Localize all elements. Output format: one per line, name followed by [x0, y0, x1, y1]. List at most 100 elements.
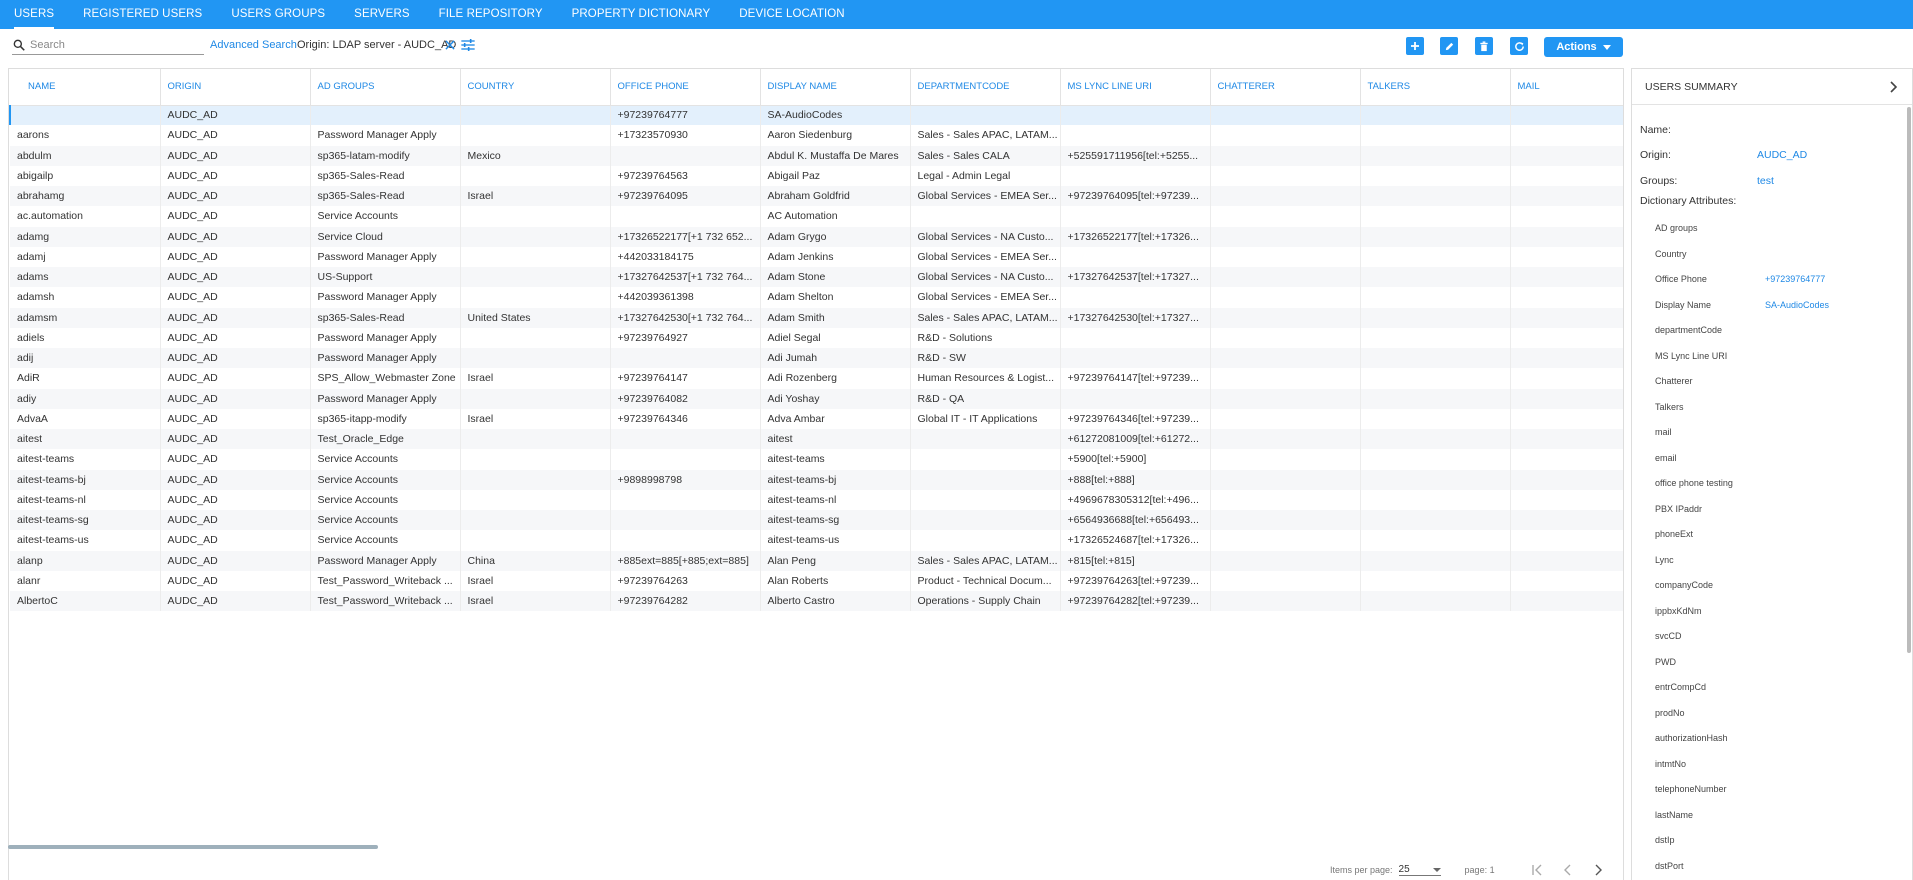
- table-cell-ad-groups: Test_Oracle_Edge: [310, 429, 461, 450]
- column-header-ms-lync-line-uri[interactable]: MS LYNC LINE URI: [1060, 69, 1211, 106]
- chevron-right-icon[interactable]: [1888, 80, 1898, 93]
- first-page-icon[interactable]: [1531, 864, 1545, 876]
- table-row[interactable]: aarons AUDC_AD Password Manager Apply +1732…: [10, 125, 1623, 146]
- table-cell-office-phone: +97239764147: [610, 368, 761, 389]
- summary-field-value[interactable]: AUDC_AD: [1757, 149, 1807, 161]
- table-cell-origin: AUDC_AD: [160, 510, 311, 531]
- table-cell-office-phone: +97239764777: [610, 105, 761, 126]
- table-row[interactable]: adams AUDC_AD US-Support +17327642537[+1 73…: [10, 267, 1623, 288]
- column-header-origin[interactable]: ORIGIN: [160, 69, 311, 106]
- table-cell-name: aitest-teams-bj: [10, 469, 161, 490]
- add-button[interactable]: [1406, 37, 1424, 55]
- table-row[interactable]: ac.automation AUDC_AD Service Accounts AC A…: [10, 206, 1623, 227]
- table-row[interactable]: AlbertoC AUDC_AD Test_Password_Writeback .…: [10, 591, 1623, 612]
- dictionary-attribute: dstPort: [1632, 853, 1912, 879]
- previous-page-icon[interactable]: [1561, 864, 1575, 876]
- table-row[interactable]: AdiR AUDC_AD SPS_Allow_Webmaster Zone Israe…: [10, 368, 1623, 389]
- table-row[interactable]: abigailp AUDC_AD sp365-Sales-Read +97239764…: [10, 165, 1623, 186]
- summary-scrollbar[interactable]: [1907, 107, 1911, 653]
- table-cell-mail: [1510, 348, 1623, 369]
- table-row[interactable]: adamsm AUDC_AD sp365-Sales-Read United Stat…: [10, 307, 1623, 328]
- table-row[interactable]: aitest AUDC_AD Test_Oracle_Edge aitest +6127…: [10, 429, 1623, 450]
- table-row[interactable]: AdvaA AUDC_AD sp365-itapp-modify Israel +972…: [10, 408, 1623, 429]
- tab-device-location[interactable]: DEVICE LOCATION: [739, 0, 844, 29]
- table-cell-country: [460, 165, 611, 186]
- table-cell-talkers: [1360, 570, 1511, 591]
- table-row[interactable]: adij AUDC_AD Password Manager Apply Adi Jum…: [10, 348, 1623, 369]
- table-row[interactable]: adiy AUDC_AD Password Manager Apply +972397…: [10, 388, 1623, 409]
- table-cell-ad-groups: Service Cloud: [310, 226, 461, 247]
- attribute-label: entrCompCd: [1655, 682, 1707, 693]
- table-cell-country: [460, 105, 611, 126]
- delete-button[interactable]: [1475, 37, 1493, 55]
- table-row[interactable]: aitest-teams-us AUDC_AD Service Accounts ai…: [10, 530, 1623, 551]
- table-cell-chatterer: [1210, 327, 1361, 348]
- table-row[interactable]: adiels AUDC_AD Password Manager Apply +9723…: [10, 327, 1623, 348]
- table-cell-talkers: [1360, 429, 1511, 450]
- tab-file-repository[interactable]: FILE REPOSITORY: [439, 0, 543, 29]
- table-cell-departmentcode: [910, 530, 1061, 551]
- tab-users[interactable]: USERS: [14, 0, 55, 29]
- table-cell-departmentcode: [910, 510, 1061, 531]
- table-cell-origin: AUDC_AD: [160, 327, 311, 348]
- search-input[interactable]: [30, 38, 200, 51]
- tune-icon[interactable]: [460, 38, 476, 52]
- items-per-page-select[interactable]: 25: [1398, 864, 1441, 876]
- table-row[interactable]: abrahamg AUDC_AD sp365-Sales-Read Israel +97…: [10, 186, 1623, 207]
- table-row[interactable]: aitest-teams AUDC_AD Service Accounts aites…: [10, 449, 1623, 470]
- table-cell-ms-lync-line-uri: +6564936688[tel:+656493...: [1060, 510, 1211, 531]
- table-row[interactable]: abdulm AUDC_AD sp365-latam-modify Mexico Abd…: [10, 145, 1623, 166]
- table-cell-chatterer: [1210, 368, 1361, 389]
- table-row[interactable]: alanp AUDC_AD Password Manager Apply China +…: [10, 550, 1623, 571]
- table-cell-chatterer: [1210, 226, 1361, 247]
- attribute-label: phoneExt: [1655, 529, 1694, 540]
- table-cell-mail: [1510, 206, 1623, 227]
- table-row[interactable]: adamj AUDC_AD Password Manager Apply +44203…: [10, 246, 1623, 267]
- tab-property-dictionary[interactable]: PROPERTY DICTIONARY: [572, 0, 711, 29]
- column-header-chatterer[interactable]: CHATTERER: [1210, 69, 1361, 106]
- tab-users-groups[interactable]: USERS GROUPS: [231, 0, 325, 29]
- table-cell-office-phone: +97239764095: [610, 186, 761, 207]
- table-cell-departmentcode: R&D - SW: [910, 348, 1061, 369]
- table-row[interactable]: aitest-teams-bj AUDC_AD Service Accounts +9…: [10, 469, 1623, 490]
- table-row[interactable]: AUDC_AD +97239764777 SA-AudioCodes: [9, 105, 1623, 126]
- table-row[interactable]: adamg AUDC_AD Service Cloud +17326522177[+1…: [10, 226, 1623, 247]
- dictionary-attribute: Chatterer: [1632, 369, 1912, 395]
- actions-dropdown[interactable]: Actions: [1544, 37, 1623, 57]
- dictionary-attribute: MS Lync Line URI: [1632, 343, 1912, 369]
- table-cell-ms-lync-line-uri: +97239764346[tel:+97239...: [1060, 408, 1211, 429]
- table-cell-name: abigailp: [10, 165, 161, 186]
- tab-servers[interactable]: SERVERS: [354, 0, 409, 29]
- column-header-display-name[interactable]: DISPLAY NAME: [760, 69, 911, 106]
- table-row[interactable]: aitest-teams-sg AUDC_AD Service Accounts ai…: [10, 510, 1623, 531]
- table-cell-chatterer: [1210, 510, 1361, 531]
- toolbar: Advanced Search Origin: LDAP server - AU…: [0, 29, 1913, 63]
- table-cell-mail: [1510, 429, 1623, 450]
- dictionary-attribute: ippbxKdNm: [1632, 598, 1912, 624]
- close-icon[interactable]: [443, 38, 457, 52]
- attribute-label: MS Lync Line URI: [1655, 350, 1728, 361]
- dictionary-attribute: Office Phone +97239764777: [1632, 267, 1912, 293]
- column-header-office-phone[interactable]: OFFICE PHONE: [610, 69, 761, 106]
- summary-field-value[interactable]: test: [1757, 175, 1774, 187]
- table-cell-origin: AUDC_AD: [160, 408, 311, 429]
- column-header-departmentcode[interactable]: DEPARTMENTCODE: [910, 69, 1061, 106]
- horizontal-scrollbar[interactable]: [8, 845, 378, 849]
- column-header-country[interactable]: COUNTRY: [460, 69, 611, 106]
- column-header-name[interactable]: NAME: [10, 69, 161, 106]
- column-header-talkers[interactable]: TALKERS: [1360, 69, 1511, 106]
- table-cell-display-name: Adam Smith: [760, 307, 911, 328]
- next-page-icon[interactable]: [1591, 864, 1605, 876]
- edit-button[interactable]: [1440, 37, 1458, 55]
- table-row[interactable]: aitest-teams-nl AUDC_AD Service Accounts ai…: [10, 489, 1623, 510]
- advanced-search-link[interactable]: Advanced Search: [210, 39, 297, 51]
- table-cell-name: aitest-teams-sg: [10, 510, 161, 531]
- table-row[interactable]: alanr AUDC_AD Test_Password_Writeback ... I…: [10, 570, 1623, 591]
- refresh-button[interactable]: [1510, 37, 1528, 55]
- dictionary-attribute: PBX IPaddr: [1632, 496, 1912, 522]
- column-header-ad-groups[interactable]: AD GROUPS: [310, 69, 461, 106]
- table-row[interactable]: adamsh AUDC_AD Password Manager Apply +4420…: [10, 287, 1623, 308]
- tab-registered-users[interactable]: REGISTERED USERS: [83, 0, 202, 29]
- attribute-label: Office Phone: [1655, 274, 1707, 285]
- column-header-mail[interactable]: MAIL: [1510, 69, 1623, 106]
